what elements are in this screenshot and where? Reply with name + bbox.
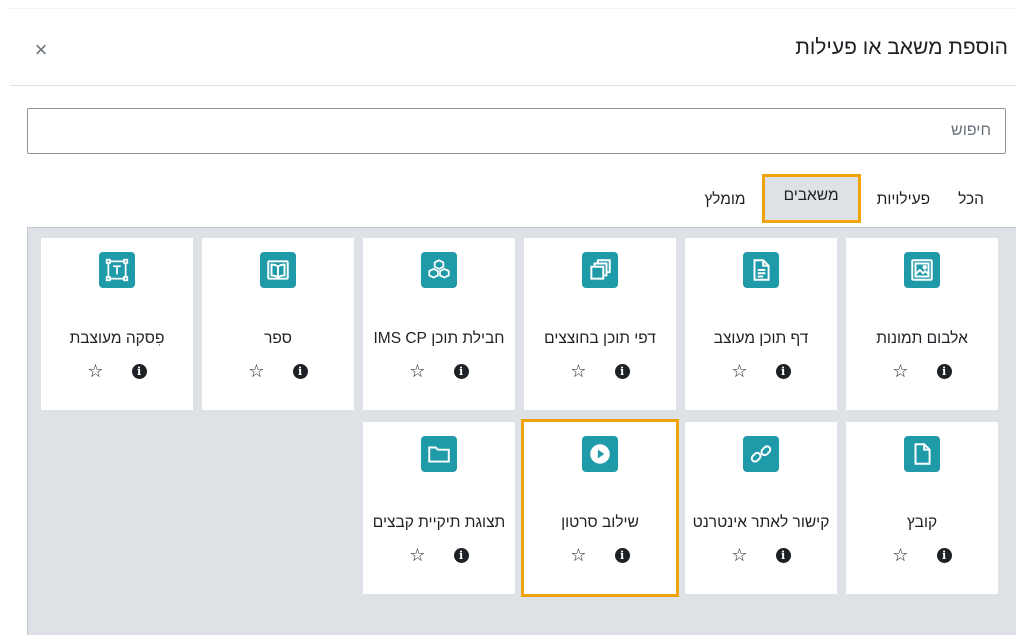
info-icon[interactable]: i — [453, 363, 469, 379]
link-icon — [743, 436, 779, 472]
tab-bar: הכל פעילויות משאבים מומלץ — [0, 174, 1016, 226]
star-icon[interactable]: ☆ — [409, 362, 425, 380]
star-icon[interactable]: ☆ — [731, 546, 747, 564]
info-icon[interactable]: i — [614, 363, 630, 379]
card-page[interactable]: דף תוכן מעוצב ☆ i — [685, 238, 837, 410]
star-icon[interactable]: ☆ — [892, 546, 908, 564]
resource-grid: אלבום תמונות ☆ i דף תוכן מעוצב ☆ i דפי ת… — [27, 227, 1016, 635]
card-label: חבילת תוכן IMS CP — [373, 330, 505, 347]
tab-resources[interactable]: משאבים — [761, 174, 861, 223]
card-text-area[interactable]: פִסקה מעוצבת ☆ i — [41, 238, 193, 410]
page-icon — [743, 252, 779, 288]
card-folder[interactable]: תצוגת תיקיית קבצים ☆ i — [363, 422, 515, 594]
star-icon[interactable]: ☆ — [570, 546, 586, 564]
tabbed-pages-icon — [582, 252, 618, 288]
star-icon[interactable]: ☆ — [570, 362, 586, 380]
info-icon[interactable]: i — [936, 363, 952, 379]
book-icon — [260, 252, 296, 288]
card-label: תצוגת תיקיית קבצים — [372, 514, 506, 531]
card-label: דפי תוכן בחוצצים — [544, 330, 656, 347]
tab-all[interactable]: הכל — [946, 178, 996, 214]
star-icon[interactable]: ☆ — [731, 362, 747, 380]
image-gallery-icon — [904, 252, 940, 288]
info-icon[interactable]: i — [775, 363, 791, 379]
card-label: פִסקה מעוצבת — [69, 330, 165, 347]
card-url[interactable]: קישור לאתר אינטרנט ☆ i — [685, 422, 837, 594]
tab-activities[interactable]: פעילויות — [865, 178, 943, 214]
info-icon[interactable]: i — [131, 363, 147, 379]
card-label: קישור לאתר אינטרנט — [692, 514, 830, 531]
info-icon[interactable]: i — [936, 547, 952, 563]
card-label: אלבום תמונות — [876, 330, 968, 347]
ims-package-icon — [421, 252, 457, 288]
info-icon[interactable]: i — [292, 363, 308, 379]
card-image-gallery[interactable]: אלבום תמונות ☆ i — [846, 238, 998, 410]
card-book[interactable]: ספר ☆ i — [202, 238, 354, 410]
info-icon[interactable]: i — [614, 547, 630, 563]
card-ims-package[interactable]: חבילת תוכן IMS CP ☆ i — [363, 238, 515, 410]
search-input[interactable] — [27, 108, 1006, 154]
card-tabbed-pages[interactable]: דפי תוכן בחוצצים ☆ i — [524, 238, 676, 410]
tab-recommended[interactable]: מומלץ — [692, 178, 757, 214]
card-label: קובץ — [906, 514, 938, 531]
text-area-icon — [99, 252, 135, 288]
card-file[interactable]: קובץ ☆ i — [846, 422, 998, 594]
dialog-header: הוספת משאב או פעילות × — [10, 8, 1016, 86]
card-label: ספר — [264, 330, 292, 347]
star-icon[interactable]: ☆ — [87, 362, 103, 380]
card-label: שילוב סרטון — [561, 514, 639, 531]
star-icon[interactable]: ☆ — [892, 362, 908, 380]
star-icon[interactable]: ☆ — [409, 546, 425, 564]
info-icon[interactable]: i — [453, 547, 469, 563]
card-label: דף תוכן מעוצב — [713, 330, 809, 347]
dialog-title: הוספת משאב או פעילות — [795, 36, 1008, 59]
file-icon — [904, 436, 940, 472]
folder-icon — [421, 436, 457, 472]
star-icon[interactable]: ☆ — [248, 362, 264, 380]
card-video[interactable]: שילוב סרטון ☆ i — [521, 419, 679, 597]
info-icon[interactable]: i — [775, 547, 791, 563]
close-icon[interactable]: × — [30, 39, 52, 61]
play-video-icon — [582, 436, 618, 472]
